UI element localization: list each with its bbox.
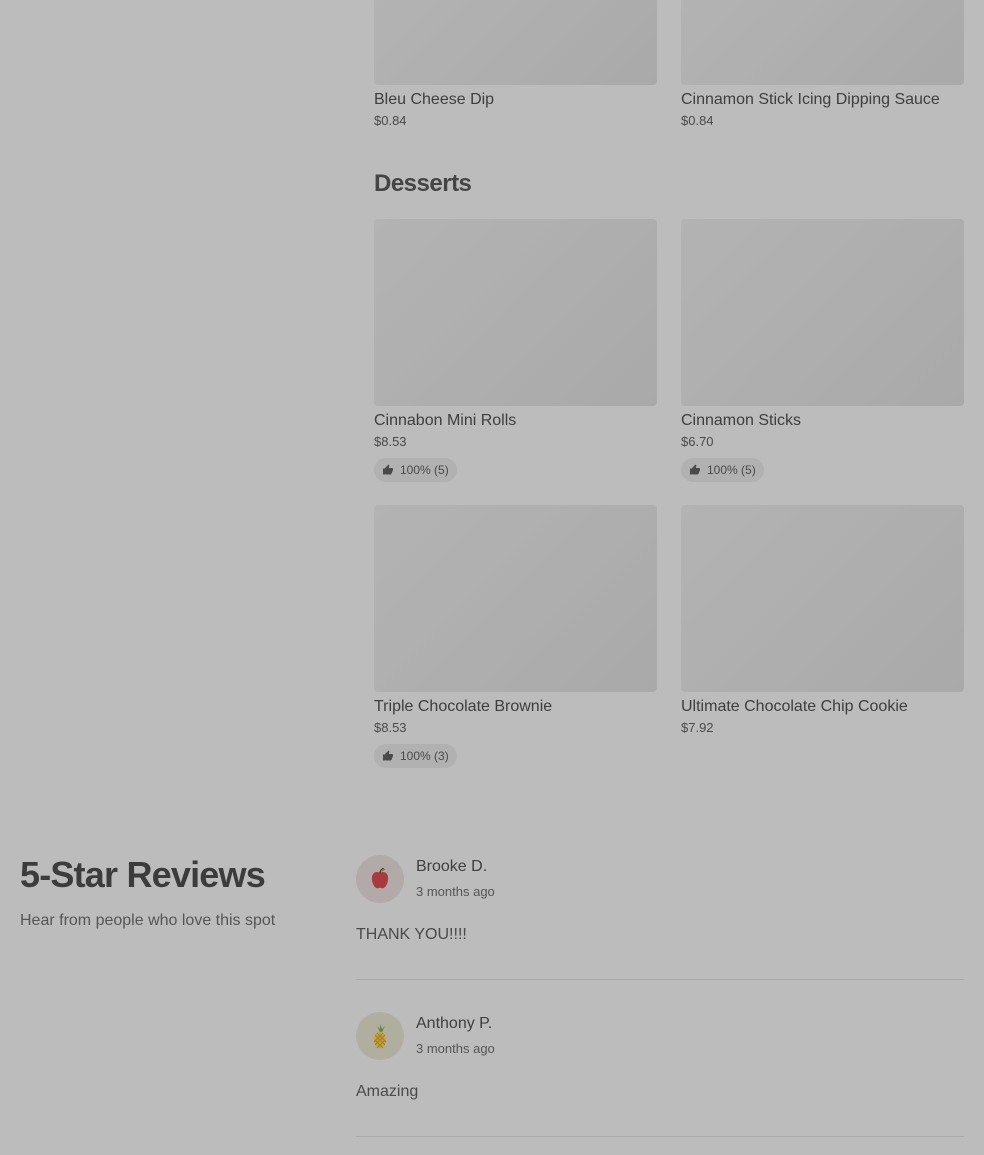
item-image (374, 219, 657, 406)
thumbs-up-icon (383, 464, 393, 475)
menu-item-card[interactable]: Bleu Cheese Dip $0.84 (374, 0, 657, 129)
thumbs-up-icon (690, 464, 700, 475)
rating-text: 100% (5) (400, 463, 449, 477)
menu-item-card[interactable]: Triple Chocolate Brownie $8.53 100% (3) (374, 505, 657, 768)
rating-badge: 100% (5) (681, 458, 764, 482)
item-name: Bleu Cheese Dip (374, 91, 495, 108)
review-divider (356, 1136, 964, 1137)
review-date: 3 months ago (416, 884, 495, 899)
menu-item-card[interactable]: Ultimate Chocolate Chip Cookie $7.92 (681, 505, 964, 736)
review-divider (356, 979, 964, 980)
avatar (356, 855, 404, 903)
item-name: Ultimate Chocolate Chip Cookie (681, 698, 908, 715)
menu-item-card[interactable]: Cinnabon Mini Rolls $8.53 100% (5) (374, 219, 657, 482)
review-date: 3 months ago (416, 1041, 495, 1056)
review-text: THANK YOU!!!! (356, 926, 467, 943)
section-title-desserts: Desserts (374, 170, 472, 197)
review-author: Anthony P. (416, 1015, 493, 1032)
store-page: Bleu Cheese Dip $0.84 Cinnamon Stick Ici… (0, 0, 984, 1155)
item-image (681, 505, 964, 692)
rating-badge: 100% (3) (374, 744, 457, 768)
item-price: $7.92 (681, 720, 714, 735)
rating-badge: 100% (5) (374, 458, 457, 482)
item-price: $8.53 (374, 434, 407, 449)
apple-icon (371, 867, 389, 889)
rating-text: 100% (3) (400, 749, 449, 763)
pineapple-icon (373, 1024, 387, 1049)
reviews-title: 5-Star Reviews (20, 854, 266, 895)
review-text: Amazing (356, 1083, 419, 1100)
item-image (681, 0, 964, 85)
item-image (681, 219, 964, 406)
avatar (356, 1012, 404, 1060)
thumbs-up-icon (383, 750, 393, 761)
item-name: Cinnabon Mini Rolls (374, 412, 517, 429)
item-price: $0.84 (681, 113, 714, 128)
item-image (374, 505, 657, 692)
item-image (374, 0, 657, 85)
reviews-subtitle: Hear from people who love this spot (20, 912, 276, 929)
review-author: Brooke D. (416, 858, 488, 875)
item-name: Triple Chocolate Brownie (374, 698, 553, 715)
item-name: Cinnamon Sticks (681, 412, 802, 429)
menu-item-card[interactable]: Cinnamon Stick Icing Dipping Sauce $0.84 (681, 0, 964, 129)
item-price: $0.84 (374, 113, 407, 128)
menu-item-card[interactable]: Cinnamon Sticks $6.70 100% (5) (681, 219, 964, 482)
rating-text: 100% (5) (707, 463, 756, 477)
item-name: Cinnamon Stick Icing Dipping Sauce (681, 91, 940, 108)
item-price: $8.53 (374, 720, 407, 735)
item-price: $6.70 (681, 434, 714, 449)
